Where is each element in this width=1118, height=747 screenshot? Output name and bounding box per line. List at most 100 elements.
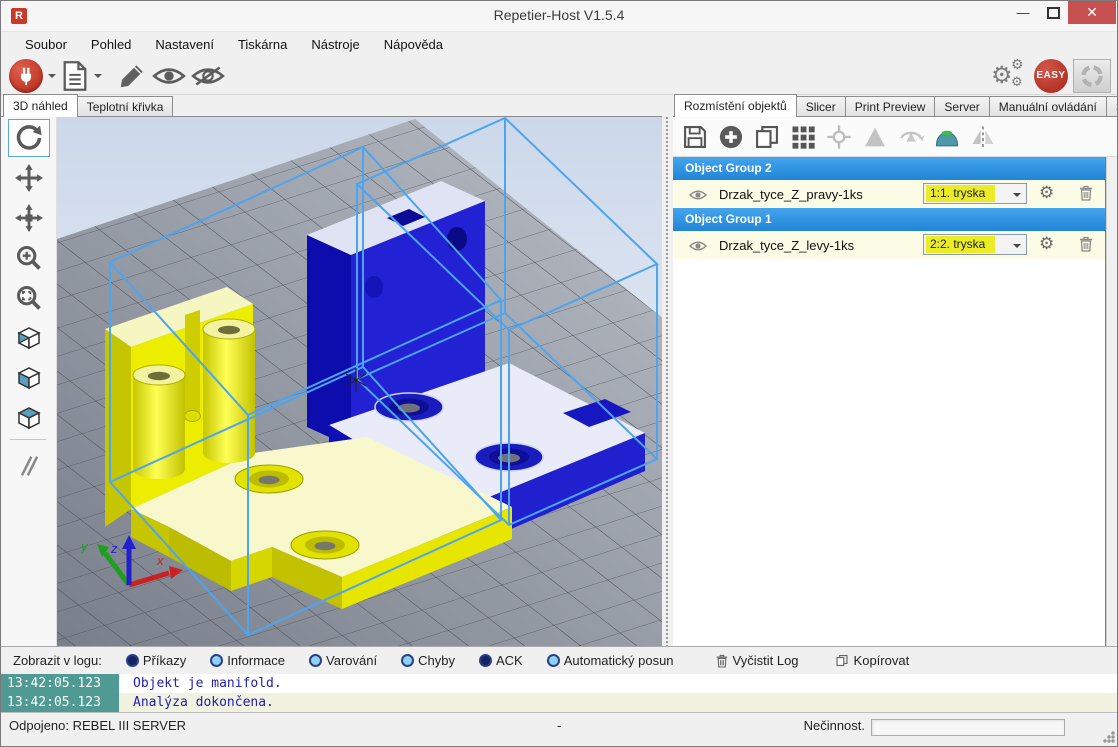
panel-splitter[interactable] [662, 117, 673, 646]
3d-viewport[interactable]: x y z [57, 117, 662, 646]
tab-sd-karta[interactable]: SD karta [1106, 96, 1118, 116]
delete-object-button[interactable] [1079, 236, 1093, 257]
move-object-button[interactable] [8, 199, 50, 237]
tab-manualni-ovladani[interactable]: Manuální ovládání [989, 96, 1107, 116]
mirror-object-button[interactable] [966, 120, 999, 153]
tab-slicer[interactable]: Slicer [796, 96, 846, 116]
easy-mode-button[interactable]: EASY [1034, 59, 1068, 93]
menu-napoveda[interactable]: Nápověda [372, 33, 455, 56]
copy-log-button[interactable]: Kopírovat [835, 653, 910, 668]
extruder-value: 2:2. tryska [926, 236, 995, 253]
toggle-info[interactable]: Informace [210, 653, 285, 668]
scale-icon [861, 123, 889, 151]
tab-3d-nahled[interactable]: 3D náhled [3, 94, 78, 117]
show-filament-button[interactable] [152, 64, 186, 88]
menu-nastaveni[interactable]: Nastavení [143, 33, 226, 56]
toggle-warnings-icon [309, 654, 322, 667]
visibility-eye-icon[interactable] [689, 239, 707, 257]
title-bar: R Repetier-Host V1.5.4 — ✕ [1, 1, 1117, 32]
log-timestamp-column: 13:42:05.123 13:42:05.123 [1, 674, 119, 712]
maximize-button[interactable] [1038, 1, 1068, 24]
yellow-countersink-hole [235, 465, 303, 493]
object-group-header[interactable]: Object Group 2 [673, 157, 1105, 180]
plug-icon [15, 65, 37, 87]
axis-x-label: x [156, 553, 164, 568]
gear-small-icon: ⚙ [1011, 57, 1024, 73]
extruder-select[interactable]: 1:1. tryska [923, 183, 1027, 204]
app-window: R Repetier-Host V1.5.4 — ✕ Soubor Pohled… [0, 0, 1118, 747]
save-stl-button[interactable] [678, 120, 711, 153]
object-settings-button[interactable]: ⚙ [1039, 234, 1054, 254]
eye-icon [152, 64, 186, 88]
rotate-view-button[interactable] [8, 119, 50, 157]
top-view-icon [14, 403, 44, 433]
scale-object-button[interactable] [858, 120, 891, 153]
view-tabstrip: 3D náhled Teplotní křivka [1, 95, 662, 117]
add-object-button[interactable] [714, 120, 747, 153]
3d-scene: x y z [57, 117, 662, 646]
copy-icon [835, 653, 849, 668]
menu-pohled[interactable]: Pohled [79, 33, 143, 56]
toggle-autoscroll-icon [547, 654, 560, 667]
load-file-button[interactable] [61, 60, 89, 92]
edit-object-button[interactable] [117, 61, 147, 91]
toggle-commands[interactable]: Příkazy [126, 653, 186, 668]
toggle-errors-icon [401, 654, 414, 667]
tab-rozmisteni-objektu[interactable]: Rozmístění objektů [674, 94, 797, 117]
log-timestamp: 13:42:05.123 [1, 693, 119, 712]
move-view-button[interactable] [8, 159, 50, 197]
menu-soubor[interactable]: Soubor [13, 33, 79, 56]
object-settings-button[interactable]: ⚙ [1039, 183, 1054, 203]
emergency-stop-button[interactable] [1073, 59, 1111, 93]
toggle-ack[interactable]: ACK [479, 653, 523, 668]
yellow-countersink-hole-2 [291, 531, 359, 559]
progress-bar [871, 719, 1065, 736]
toggle-info-icon [210, 654, 223, 667]
log-message: Objekt je manifold. [119, 674, 1118, 693]
eye-slash-icon [191, 64, 225, 88]
parallel-projection-button[interactable] [8, 447, 50, 485]
printer-settings-button[interactable]: ⚙ ⚙ ⚙ [991, 59, 1029, 93]
menu-nastroje[interactable]: Nástroje [299, 33, 371, 56]
toggle-autoscroll[interactable]: Automatický posun [547, 653, 674, 668]
tab-teplotni-krivka[interactable]: Teplotní křivka [77, 96, 174, 116]
log-filter-label: Zobrazit v logu: [13, 653, 102, 668]
toolbar-separator [10, 439, 46, 440]
log-timestamp: 13:42:05.123 [1, 674, 119, 693]
load-menu-caret[interactable] [94, 74, 102, 82]
rotate-object-button[interactable] [894, 120, 927, 153]
object-row[interactable]: Drzak_tyce_Z_pravy-1ks 1:1. tryska ⚙ [673, 180, 1105, 208]
object-group-header[interactable]: Object Group 1 [673, 208, 1105, 231]
close-button[interactable]: ✕ [1068, 1, 1116, 24]
object-row[interactable]: Drzak_tyce_Z_levy-1ks 2:2. tryska ⚙ [673, 231, 1105, 259]
clear-log-button[interactable]: Vyčistit Log [716, 653, 799, 668]
toggle-errors[interactable]: Chyby [401, 653, 455, 668]
tab-server[interactable]: Server [934, 96, 989, 116]
chevron-down-icon [1013, 193, 1021, 201]
minimize-button[interactable]: — [1008, 1, 1038, 24]
view-isometric-button[interactable] [8, 319, 50, 357]
connect-menu-caret[interactable] [48, 74, 56, 82]
tab-print-preview[interactable]: Print Preview [845, 96, 936, 116]
hide-filament-button[interactable] [191, 64, 225, 88]
view-top-button[interactable] [8, 399, 50, 437]
log-view[interactable]: 13:42:05.123 13:42:05.123 Objekt je mani… [1, 674, 1118, 712]
view-front-button[interactable] [8, 359, 50, 397]
zoom-in-button[interactable] [8, 239, 50, 277]
toggle-warnings[interactable]: Varování [309, 653, 377, 668]
autoposition-button[interactable] [786, 120, 819, 153]
extruder-select[interactable]: 2:2. tryska [923, 234, 1027, 255]
delete-object-button[interactable] [1079, 185, 1093, 206]
copy-object-button[interactable] [750, 120, 783, 153]
resize-grip[interactable] [1103, 731, 1115, 743]
zoom-fit-button[interactable] [8, 279, 50, 317]
status-center: - [557, 718, 561, 733]
add-icon [717, 123, 745, 151]
center-object-button[interactable] [822, 120, 855, 153]
visibility-eye-icon[interactable] [689, 188, 707, 206]
pencil-icon [117, 61, 147, 91]
lay-flat-button[interactable] [930, 120, 963, 153]
connect-printer-button[interactable] [9, 59, 43, 93]
activity-status: Nečinnost. [804, 718, 865, 733]
menu-tiskarna[interactable]: Tiskárna [226, 33, 299, 56]
